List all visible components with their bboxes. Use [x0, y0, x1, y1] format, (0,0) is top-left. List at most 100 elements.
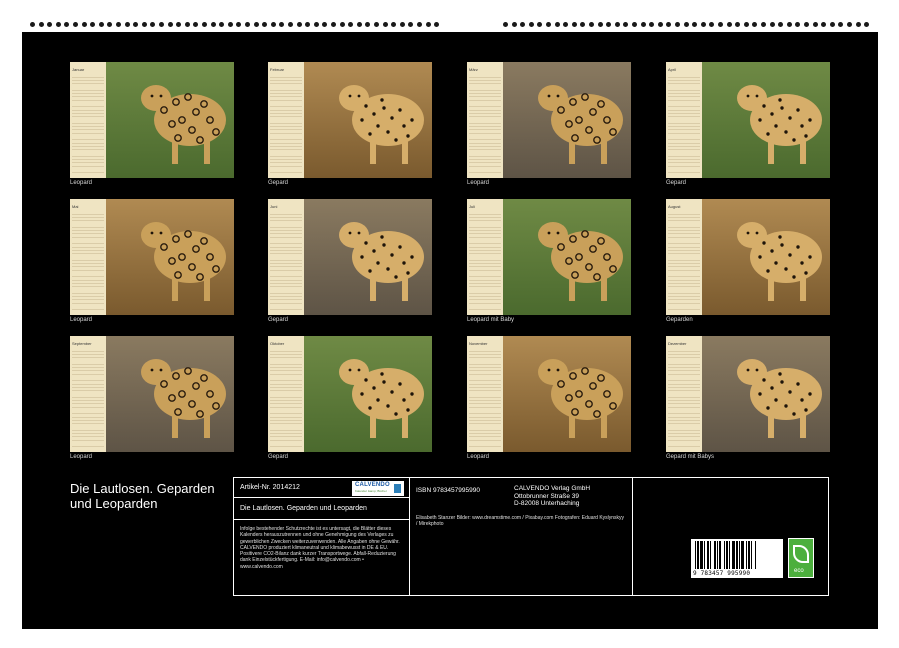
- month-name: Januar: [72, 67, 84, 72]
- month-name: Oktober: [270, 341, 284, 346]
- barcode-bars: [695, 541, 779, 569]
- binding-dot: [219, 22, 224, 27]
- binding-dot: [589, 22, 594, 27]
- month-day-lines: [270, 74, 302, 174]
- binding-dot: [649, 22, 654, 27]
- binding-dot: [133, 22, 138, 27]
- month-calendar-strip: Februar: [268, 62, 304, 178]
- binding-dot: [107, 22, 112, 27]
- month-photo: [106, 199, 234, 315]
- binding-dot: [529, 22, 534, 27]
- logo-subtext: Kalender &amp; Bücher: [355, 489, 387, 493]
- month-day-lines: [72, 348, 104, 448]
- binding-dot: [236, 22, 241, 27]
- binding-dot: [142, 22, 147, 27]
- barcode-box: 9 783457 995990 eco: [632, 477, 829, 596]
- month-calendar-strip: Juli: [467, 199, 503, 315]
- month-name: September: [72, 341, 92, 346]
- month-photo: [702, 199, 830, 315]
- binding-dot: [30, 22, 35, 27]
- month-tile: Februar Gepard: [268, 62, 432, 190]
- binding-dot: [512, 22, 517, 27]
- binding-dot: [185, 22, 190, 27]
- photo-credits: Elisabeth Stanzer Bilder: www.dreamstime…: [416, 515, 626, 528]
- month-calendar-strip: Januar: [70, 62, 106, 178]
- month-calendar-strip: Oktober: [268, 336, 304, 452]
- spiral-binding: [22, 18, 878, 32]
- binding-dot: [787, 22, 792, 27]
- binding-dot: [761, 22, 766, 27]
- binding-dot: [770, 22, 775, 27]
- month-day-lines: [72, 211, 104, 311]
- month-tile: Dezember Gepard mit Babys: [666, 336, 830, 464]
- month-day-lines: [668, 348, 700, 448]
- binding-dot: [864, 22, 869, 27]
- month-caption: Gepard: [666, 180, 686, 186]
- logo-mark-icon: [394, 484, 401, 493]
- binding-dot: [572, 22, 577, 27]
- binding-dot: [288, 22, 293, 27]
- binding-dot: [666, 22, 671, 27]
- binding-dot: [752, 22, 757, 27]
- binding-dot: [279, 22, 284, 27]
- binding-dot: [391, 22, 396, 27]
- hanger-hole: [458, 8, 484, 34]
- binding-dot: [847, 22, 852, 27]
- binding-dot: [365, 22, 370, 27]
- month-day-lines: [469, 74, 501, 174]
- binding-dot: [684, 22, 689, 27]
- month-calendar-strip: April: [666, 62, 702, 178]
- month-photo: [304, 199, 432, 315]
- binding-dot: [305, 22, 310, 27]
- month-day-lines: [72, 74, 104, 174]
- month-photo: [702, 62, 830, 178]
- logo-text: CALVENDO: [355, 482, 390, 488]
- month-calendar-strip: Dezember: [666, 336, 702, 452]
- binding-dot: [856, 22, 861, 27]
- month-day-lines: [668, 211, 700, 311]
- binding-dot: [778, 22, 783, 27]
- month-name: April: [668, 67, 676, 72]
- binding-dot: [623, 22, 628, 27]
- article-row: Artikel-Nr. 2014212 CALVENDO Kalender &a…: [234, 478, 409, 498]
- month-day-lines: [469, 348, 501, 448]
- binding-dot: [150, 22, 155, 27]
- binding-dot: [322, 22, 327, 27]
- month-name: November: [469, 341, 487, 346]
- product-info-box: Artikel-Nr. 2014212 CALVENDO Kalender &a…: [233, 477, 633, 596]
- binding-dot: [400, 22, 405, 27]
- binding-dot: [675, 22, 680, 27]
- binding-dot: [168, 22, 173, 27]
- month-caption: Gepard: [268, 454, 288, 460]
- binding-dot: [744, 22, 749, 27]
- month-caption: Leopard mit Baby: [467, 317, 514, 323]
- calendar-subtitle: Die Lautlosen. Geparden und Leoparden: [240, 505, 367, 512]
- binding-dot: [56, 22, 61, 27]
- month-tile: Oktober Gepard: [268, 336, 432, 464]
- binding-dot: [374, 22, 379, 27]
- month-name: Februar: [270, 67, 284, 72]
- month-tile: April Gepard: [666, 62, 830, 190]
- month-name: Juli: [469, 204, 475, 209]
- binding-dot: [701, 22, 706, 27]
- binding-dot: [615, 22, 620, 27]
- binding-dot: [202, 22, 207, 27]
- month-tile: Januar Leopard: [70, 62, 234, 190]
- month-photo: [106, 336, 234, 452]
- month-photo: [304, 62, 432, 178]
- binding-dot: [606, 22, 611, 27]
- binding-dot: [211, 22, 216, 27]
- binding-dot: [641, 22, 646, 27]
- binding-dot: [348, 22, 353, 27]
- isbn: ISBN 9783457995990: [416, 487, 480, 494]
- binding-dot: [39, 22, 44, 27]
- binding-dot: [434, 22, 439, 27]
- month-tile: März Leopard: [467, 62, 631, 190]
- month-name: Mai: [72, 204, 78, 209]
- month-day-lines: [270, 348, 302, 448]
- month-tile: Juli Leopard mit Baby: [467, 199, 631, 327]
- month-tile: November Leopard: [467, 336, 631, 464]
- month-day-lines: [668, 74, 700, 174]
- publisher-address: CALVENDO Verlag GmbH Ottobrunner Straße …: [514, 485, 590, 508]
- month-calendar-strip: Mai: [70, 199, 106, 315]
